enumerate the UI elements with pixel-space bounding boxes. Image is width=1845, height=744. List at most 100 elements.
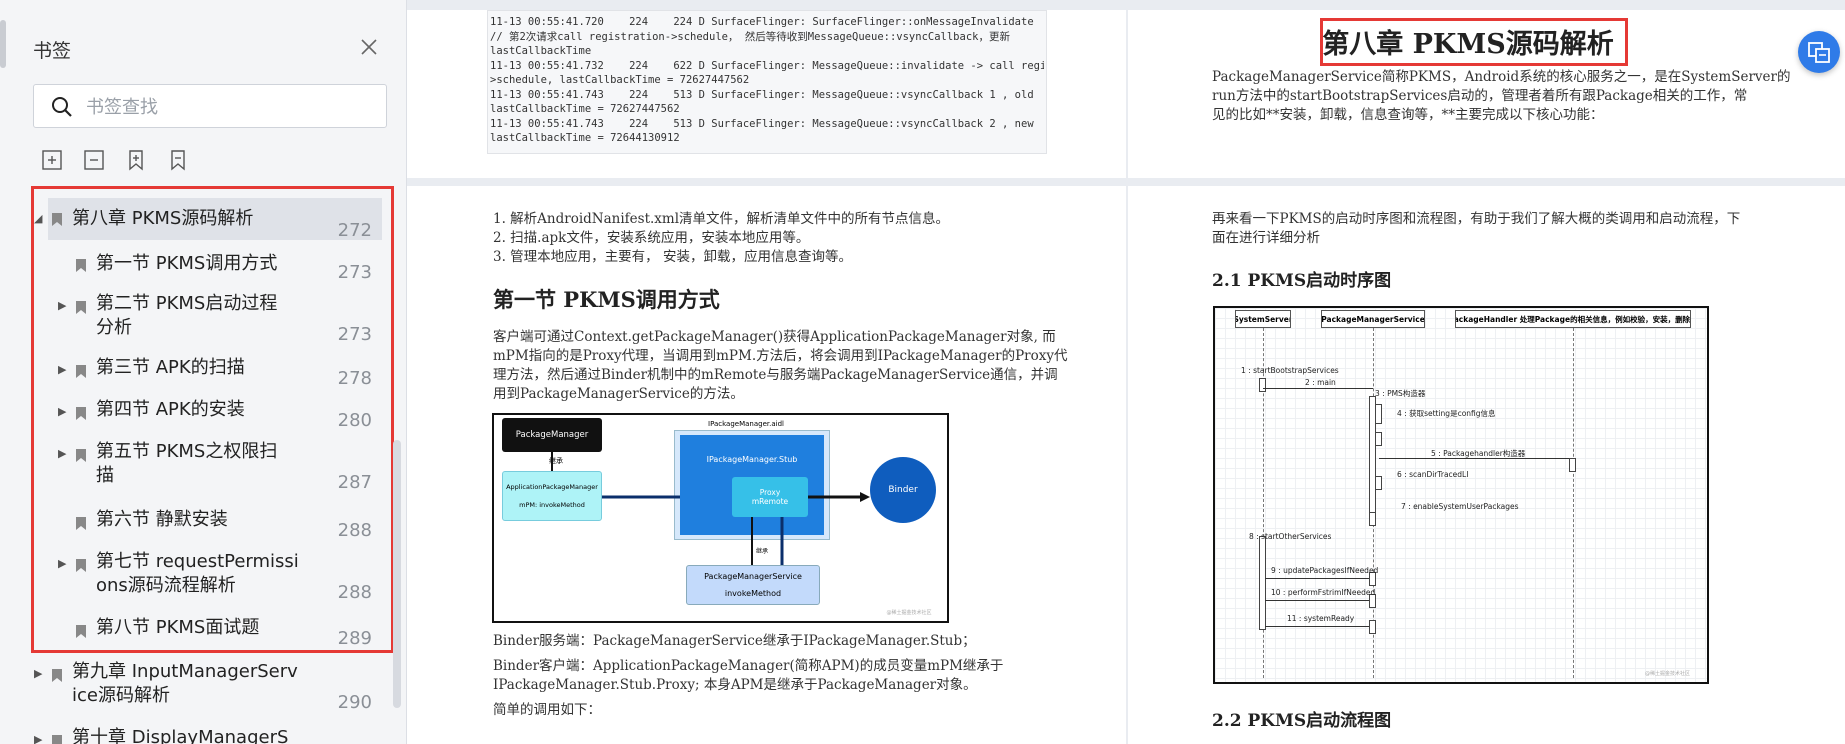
sidebar-scrollbar[interactable]	[393, 440, 401, 708]
bookmark-search-input[interactable]	[86, 93, 376, 121]
flow-intro-paragraph: 再来看一下PKMS的启动时序图和流程图，有助于我们了解大概的类调用和启动流程，下…	[1212, 210, 1740, 248]
bookmark-item[interactable]: ◢ 第八章 PKMS源码解析 272	[0, 198, 392, 241]
message-label: 8 : startOtherServices	[1249, 532, 1332, 541]
bookmark-item[interactable]: ▶ 第二节 PKMS启动过程 分析 273	[0, 288, 392, 345]
bookmark-item[interactable]: ▶ 第七节 requestPermissi ons源码流程解析 288	[0, 546, 392, 606]
collapse-triangle-icon[interactable]: ◢	[34, 212, 42, 225]
activation-bar	[1259, 536, 1266, 630]
bookmark-icon	[76, 517, 86, 530]
message-label: 11 : systemReady	[1287, 614, 1355, 623]
bookmark-item[interactable]: ▶ 第十章 DisplayManagerS	[0, 722, 392, 744]
translate-icon	[1808, 42, 1830, 63]
expand-triangle-icon[interactable]: ▶	[34, 733, 42, 744]
intro-paragraph: PackageManagerService简称PKMS，Android系统的核心…	[1212, 68, 1790, 125]
bookmark-item[interactable]: 第八节 PKMS面试题 289	[0, 612, 392, 652]
lane-system-server: SystemServer	[1235, 310, 1291, 328]
bookmark-page: 272	[337, 220, 372, 241]
section-paragraph: 客户端可通过Context.getPackageManager()获得Appli…	[493, 328, 1068, 404]
close-icon[interactable]	[356, 34, 382, 60]
code-line: lastCallbackTime	[490, 45, 592, 57]
add-bookmark-icon[interactable]	[124, 148, 148, 172]
feature-list: 1. 解析AndroidNanifest.xml清单文件，解析清单文件中的所有节…	[493, 210, 949, 267]
lane-pms: PackageManagerService	[1321, 310, 1425, 328]
bookmark-icon	[52, 735, 62, 744]
bookmark-item[interactable]: ▶ 第四节 APK的安装 280	[0, 394, 392, 434]
bookmark-tree: ◢ 第八章 PKMS源码解析 272 第一节 PKMS调用方式 273 ▶ 第二…	[0, 192, 392, 744]
list-item: 2. 扫描.apk文件，安装系统应用，安装本地应用等。	[493, 230, 810, 246]
sequence-diagram: SystemServer PackageManagerService Packa…	[1213, 306, 1709, 684]
expand-triangle-icon[interactable]: ▶	[58, 557, 66, 570]
bookmark-label-line2: 分析	[96, 317, 132, 338]
bookmark-search	[33, 84, 387, 128]
expand-triangle-icon[interactable]: ▶	[58, 447, 66, 460]
activation-bar	[1375, 432, 1382, 446]
figure-watermark: @稀土掘金技术社区	[1645, 671, 1691, 677]
text-line: 客户端可通过Context.getPackageManager()获得Appli…	[493, 329, 1056, 345]
list-item: 1. 解析AndroidNanifest.xml清单文件，解析清单文件中的所有节…	[493, 211, 950, 227]
bookmark-page: 280	[337, 410, 372, 431]
page-top-right: 第八章 PKMS源码解析 PackageManagerService简称PKMS…	[1128, 10, 1845, 178]
text-line: Binder客户端：ApplicationPackageManager(简称AP…	[493, 658, 1004, 674]
bookmark-item[interactable]: ▶ 第三节 APK的扫描 278	[0, 352, 392, 392]
message-arrow	[1265, 626, 1369, 627]
bookmark-page: 290	[337, 692, 372, 713]
flow-heading: 2.2 PKMS启动流程图	[1212, 711, 1392, 731]
figure-connectors	[551, 452, 870, 565]
bookmark-label-line1: 第九章 InputManagerServ	[72, 661, 298, 682]
text-line: PackageManagerService简称PKMS，Android系统的核心…	[1212, 69, 1791, 85]
expand-all-icon[interactable]	[40, 148, 64, 172]
bookmark-page: 273	[337, 262, 372, 283]
bookmark-icon	[76, 449, 86, 462]
bookmark-label: 第四节 APK的安装	[96, 399, 245, 420]
message-label: 2 : main	[1305, 378, 1336, 387]
bookmark-icon	[76, 407, 86, 420]
expand-triangle-icon[interactable]: ▶	[58, 405, 66, 418]
bookmark-label: 第十章 DisplayManagerS	[72, 727, 289, 744]
bookmark-item[interactable]: 第六节 静默安装 288	[0, 504, 392, 544]
code-line: 11-13 00:55:41.732 224 622 D SurfaceFlin…	[490, 59, 1044, 72]
code-block: 11-13 00:55:41.720 224 224 D SurfaceFlin…	[487, 10, 1047, 154]
binder-description: Binder服务端：PackageManagerService继承于IPacka…	[493, 632, 1003, 720]
bookmark-label-line2: 描	[96, 465, 114, 486]
code-line: >schedule, lastCallbackTime = 7262744756…	[490, 74, 750, 86]
bookmark-icon	[76, 259, 86, 272]
bookmark-icon	[76, 365, 86, 378]
collapse-all-icon[interactable]	[82, 148, 106, 172]
activation-bar	[1569, 458, 1576, 472]
bookmark-item[interactable]: ▶ 第九章 InputManagerServ ice源码解析 290	[0, 656, 392, 716]
activation-bar	[1369, 512, 1376, 526]
remove-bookmark-icon[interactable]	[166, 148, 190, 172]
bookmark-icon	[76, 625, 86, 638]
bookmark-icon	[52, 213, 62, 226]
text-line: run方法中的startBootstrapServices启动的，管理者着所有跟…	[1212, 88, 1748, 104]
message-label: 7 : enableSystemUserPackages	[1401, 502, 1519, 511]
code-line: 11-13 00:55:41.743 224 513 D SurfaceFlin…	[490, 88, 1034, 101]
bookmark-label-line2: ons源码流程解析	[96, 575, 236, 596]
expand-triangle-icon[interactable]: ▶	[34, 667, 42, 680]
bookmark-icon	[76, 301, 86, 314]
message-arrow	[1265, 578, 1369, 579]
sidebar-title: 书签	[33, 40, 72, 62]
bookmark-label: 第六节 静默安装	[96, 509, 228, 530]
activation-bar	[1375, 476, 1382, 490]
text-line: IPackageManager.Stub.Proxy; 本身APM是继承于Pac…	[493, 677, 977, 693]
text-line: mPM指向的是Proxy代理，当调用到mPM.方法后，将会调用到IPackage…	[493, 348, 1068, 364]
floating-action-button[interactable]	[1798, 31, 1840, 73]
text-line: 简单的调用如下：	[493, 702, 601, 718]
bookmark-item[interactable]: 第一节 PKMS调用方式 273	[0, 246, 392, 283]
text-line: 用到PackageManagerService的方法。	[493, 386, 744, 402]
message-label: 6 : scanDirTracedLI	[1397, 470, 1469, 479]
bookmark-item[interactable]: ▶ 第五节 PKMS之权限扫 描 287	[0, 436, 392, 496]
text-line: 理方法，然后通过Binder机制中的mRemote与服务端PackageMana…	[493, 367, 1058, 383]
expand-triangle-icon[interactable]: ▶	[58, 299, 66, 312]
expand-triangle-icon[interactable]: ▶	[58, 363, 66, 376]
page-bottom-right: 再来看一下PKMS的启动时序图和流程图，有助于我们了解大概的类调用和启动流程，下…	[1128, 186, 1845, 744]
code-line: lastCallbackTime = 72644130912	[490, 132, 680, 144]
bookmark-page: 287	[337, 472, 372, 493]
bookmark-label-line1: 第七节 requestPermissi	[96, 551, 299, 572]
bookmark-label-line2: ice源码解析	[72, 685, 170, 706]
code-line: // 第2次请求call registration->schedule， 然后等…	[490, 30, 1010, 43]
sidebar-rail	[0, 20, 6, 68]
message-label: 1 : startBootstrapServices	[1241, 366, 1339, 375]
bookmark-page: 288	[337, 582, 372, 603]
